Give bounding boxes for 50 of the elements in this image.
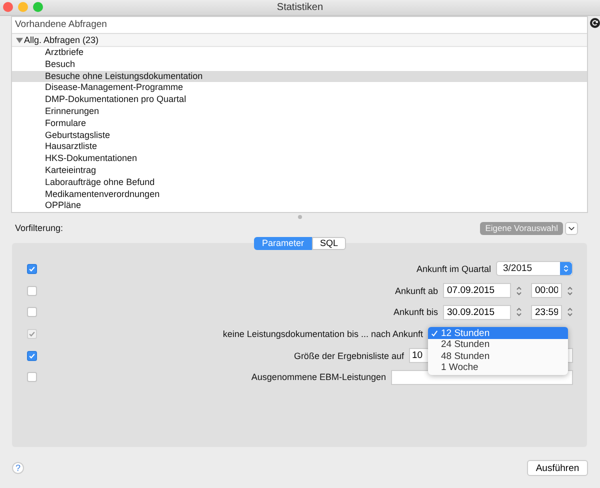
dropdown-button[interactable] (565, 222, 578, 234)
list-item[interactable]: Formulare (12, 118, 588, 130)
list-item[interactable]: Hausarztliste (12, 141, 588, 154)
disclosure-triangle-icon[interactable] (16, 36, 23, 44)
time-field[interactable]: 23:59 (531, 304, 562, 320)
stepper-arrows-icon (563, 264, 569, 274)
parameter-label: Ankunft im Quartal (416, 264, 491, 274)
parameter-label: keine Leistungsdokumentation bis ... nach Ankunft (222, 328, 423, 339)
help-button[interactable]: ? (12, 462, 24, 474)
parameter-label: Ankunft ab (394, 286, 438, 296)
checkmark-icon (431, 330, 438, 337)
stepper-icon[interactable] (516, 306, 522, 318)
checkbox[interactable] (27, 307, 37, 318)
list-item[interactable]: Arztbriefe (12, 47, 588, 59)
list-item[interactable]: DMP-Dokumentationen pro Quartal (12, 94, 588, 106)
stepper-icon[interactable] (567, 306, 573, 318)
stepper-icon[interactable] (567, 284, 573, 297)
list-item[interactable]: Karteieintrag (12, 164, 588, 177)
zoom-button[interactable] (33, 2, 43, 12)
list-item[interactable]: Disease-Management-Programme (12, 82, 588, 94)
list-item[interactable]: Laboraufträge ohne Befund (12, 176, 588, 189)
splitter-handle[interactable] (298, 215, 302, 219)
checkbox[interactable] (27, 350, 37, 361)
date-field[interactable]: 07.09.2015 (443, 283, 511, 298)
date-field[interactable]: 30.09.2015 (443, 304, 511, 320)
group-label: Allg. Abfragen (23) (24, 35, 99, 45)
run-button[interactable]: Ausführen (527, 460, 588, 476)
refresh-icon[interactable] (590, 18, 600, 28)
list-item[interactable]: Medikamentenverordnungen (12, 188, 588, 200)
close-button[interactable] (3, 2, 13, 12)
list-item[interactable]: Besuch (12, 58, 588, 71)
list-item[interactable]: OPPläne (12, 200, 588, 212)
list-item[interactable]: HKS-Dokumentationen (12, 153, 588, 165)
group-row[interactable]: Allg. Abfragen (23) (12, 34, 588, 47)
list-item[interactable]: Geburtstagsliste (12, 130, 588, 142)
parameter-label: Größe der Ergebnisliste auf (294, 350, 404, 361)
quarter-select[interactable]: 3/2015 (496, 261, 573, 276)
list-item[interactable]: Besuche ohne Leistungsdokumentation (12, 70, 588, 82)
checkbox[interactable] (27, 264, 37, 274)
prefilter-label: Vorfilterung: (15, 223, 64, 233)
tab[interactable]: SQL (312, 237, 346, 250)
parameter-label: Ausgenommene EBM-Leistungen (251, 372, 386, 382)
stepper-icon[interactable] (516, 284, 522, 297)
checkbox[interactable] (27, 286, 37, 296)
chevron-down-icon (568, 226, 575, 230)
window-title: Statistiken (276, 2, 324, 13)
checkbox[interactable] (27, 372, 37, 382)
list-item[interactable]: Erinnerungen (12, 106, 588, 118)
time-field[interactable]: 00:00 (531, 283, 562, 298)
parameter-label: Ankunft bis (393, 307, 438, 318)
